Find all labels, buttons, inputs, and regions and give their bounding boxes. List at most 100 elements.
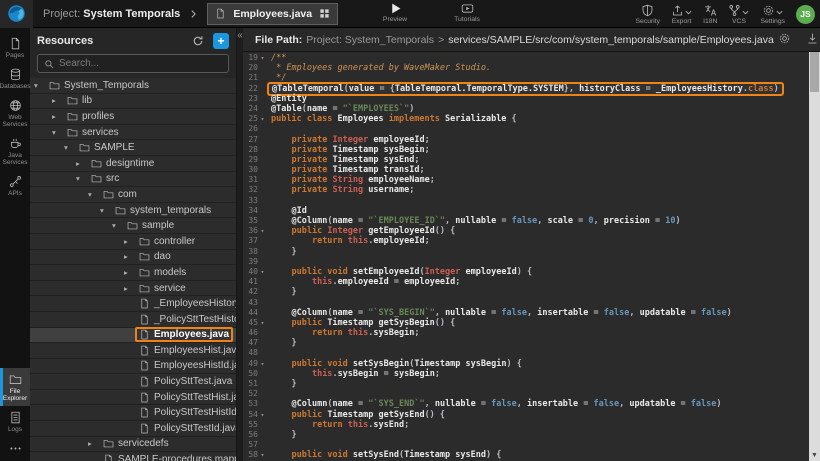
sidebar-item-file-explorer[interactable]: File Explorer	[0, 368, 30, 406]
folder-icon	[67, 111, 78, 122]
fold-marker-icon[interactable]: ▾	[258, 318, 267, 328]
tree-item-lib[interactable]: ▸ lib	[30, 94, 236, 110]
chevron-collapsed-icon[interactable]: ▸	[88, 439, 99, 448]
download-button[interactable]	[806, 32, 819, 48]
tree-item-policystttesthistid-java[interactable]: PolicySttTestHistId.java	[30, 405, 236, 421]
wavemaker-logo[interactable]	[0, 0, 33, 28]
sidebar-more-options[interactable]	[0, 437, 30, 459]
code-text: }	[267, 379, 301, 389]
chevron-collapsed-icon[interactable]: ▸	[124, 268, 135, 277]
fold-marker-icon[interactable]: ▾	[258, 267, 267, 277]
tree-item-policystttest-java[interactable]: PolicySttTest.java	[30, 374, 236, 390]
tree-item-label: lib	[82, 95, 92, 106]
preview-button[interactable]: Preview	[370, 2, 420, 23]
sidebar-item-java-services[interactable]: Java Services	[0, 132, 30, 170]
tree-item-profiles[interactable]: ▸profiles	[30, 109, 236, 125]
tree-item-sample[interactable]: ▾ sample	[30, 218, 236, 234]
tree-item-service[interactable]: ▸service	[30, 281, 236, 297]
chevron-expanded-icon[interactable]: ▾	[52, 128, 63, 137]
tree-item-system-temporals[interactable]: ▾System_Temporals	[30, 78, 236, 94]
add-resource-button[interactable]: +	[213, 33, 229, 49]
code-area[interactable]: 19▾/**20 * Employees generated by WaveMa…	[243, 52, 809, 461]
tree-item-models[interactable]: ▸models	[30, 265, 236, 281]
tab-employees-java[interactable]: Employees.java	[207, 3, 338, 25]
code-token: () {	[435, 226, 455, 236]
chevron-collapsed-icon[interactable]: ▸	[52, 96, 63, 105]
code-token: @Column	[291, 308, 327, 318]
fold-marker-icon[interactable]: ▾	[258, 359, 267, 369]
search-input[interactable]	[59, 58, 222, 69]
code-line: 32 private String username;	[243, 185, 809, 195]
panel-collapse-button[interactable]: «	[237, 31, 243, 41]
code-token: sysEnd	[373, 420, 404, 430]
sidebar-item-databases[interactable]: Databases	[0, 63, 30, 94]
tree-item-servicedefs[interactable]: ▸servicedefs	[30, 437, 236, 453]
code-token: ,	[425, 399, 435, 409]
scrollbar-thumb[interactable]	[810, 52, 819, 92]
vcs-button[interactable]: VCS	[728, 4, 749, 25]
code-token: Employees	[338, 114, 384, 124]
settings-button[interactable]: Settings	[760, 4, 785, 25]
tree-item-services[interactable]: ▾services	[30, 125, 236, 141]
tree-item-designtime[interactable]: ▸designtime	[30, 156, 236, 172]
chevron-collapsed-icon[interactable]: ▸	[124, 252, 135, 261]
tree-item-sample-procedures-mappings-json[interactable]: SAMPLE-procedures.mappings.json	[30, 452, 236, 461]
code-token	[271, 318, 291, 328]
fold-marker-icon[interactable]: ▾	[258, 53, 267, 63]
tree-item-label: _PolicySttTestHistory.java	[154, 314, 236, 325]
file-path-value: services/SAMPLE/src/com/system_temporals…	[448, 34, 774, 46]
chevron-expanded-icon[interactable]: ▾	[64, 143, 75, 152]
tree-item-system-temporals[interactable]: ▾system_temporals	[30, 203, 236, 219]
sidebar-item-pages[interactable]: Pages	[0, 32, 30, 63]
settings-button[interactable]	[778, 32, 791, 48]
tree-item-src[interactable]: ▾src	[30, 172, 236, 188]
fold-marker-icon[interactable]: ▾	[258, 226, 267, 236]
tree-item-com[interactable]: ▾com	[30, 187, 236, 203]
tree-item-employees-java[interactable]: Employees.java	[30, 328, 236, 344]
fold-marker-icon[interactable]: ▾	[258, 450, 267, 460]
code-token: ;	[425, 236, 430, 246]
tree-item-employeeshistid-java[interactable]: EmployeesHistId.java	[30, 359, 236, 375]
code-text: @Column(name = "`SYS_BEGIN`", nullable =…	[267, 308, 736, 318]
code-token: getSysBegin	[379, 318, 435, 328]
tree-item-policystttestid-java[interactable]: PolicySttTestId.java	[30, 421, 236, 437]
sidebar-item-logs[interactable]: Logs	[0, 406, 30, 437]
security-button[interactable]: Security	[636, 4, 661, 25]
chevron-expanded-icon[interactable]: ▾	[34, 81, 45, 90]
user-avatar[interactable]: JS	[796, 5, 815, 24]
code-token: @Column	[291, 399, 327, 409]
i18n-button[interactable]: AI18N	[703, 4, 717, 25]
tree-item-policystttesthistory-java[interactable]: _PolicySttTestHistory.java	[30, 312, 236, 328]
scrollbar-down-arrow[interactable]: ▼	[809, 452, 820, 460]
tree-item-dao[interactable]: ▸dao	[30, 250, 236, 266]
tree-item-controller[interactable]: ▸controller	[30, 234, 236, 250]
refresh-icon[interactable]	[192, 35, 204, 47]
chevron-expanded-icon[interactable]: ▾	[88, 190, 99, 199]
tree-item-employeeshistory-java[interactable]: _EmployeesHistory.java	[30, 296, 236, 312]
sidebar-item-apis[interactable]: APIs	[0, 170, 30, 201]
code-token: "`EMPLOYEE_ID`"	[368, 216, 445, 226]
sidebar-item-web-services[interactable]: Web Services	[0, 94, 30, 132]
tree-item-label: sample	[142, 220, 174, 231]
tree-item-employeeshist-java[interactable]: EmployeesHist.java	[30, 343, 236, 359]
chevron-collapsed-icon[interactable]: ▸	[124, 237, 135, 246]
fold-marker-icon[interactable]: ▾	[258, 114, 267, 124]
chevron-collapsed-icon[interactable]: ▸	[76, 159, 87, 168]
chevron-expanded-icon[interactable]: ▾	[112, 221, 123, 230]
chevron-expanded-icon[interactable]: ▾	[76, 174, 87, 183]
fold-marker-icon[interactable]: ▾	[258, 410, 267, 420]
chevron-collapsed-icon[interactable]: ▸	[52, 112, 63, 121]
tree-item-sample[interactable]: ▾SAMPLE	[30, 140, 236, 156]
file-icon	[139, 376, 150, 387]
tutorials-button[interactable]: Tutorials	[442, 2, 492, 23]
chevron-collapsed-icon[interactable]: ▸	[124, 284, 135, 293]
export-button[interactable]: Export	[671, 4, 692, 25]
grid-icon[interactable]	[319, 7, 330, 20]
chevron-expanded-icon[interactable]: ▾	[100, 206, 111, 215]
code-line: 39	[243, 257, 809, 267]
project-breadcrumb: Project:System Temporals	[43, 8, 180, 20]
tree-item-policystttesthist-java[interactable]: PolicySttTestHist.java	[30, 390, 236, 406]
code-token: sysBegin	[394, 369, 435, 379]
editor-scrollbar[interactable]: ▼	[809, 52, 820, 461]
logs-icon	[9, 411, 22, 424]
